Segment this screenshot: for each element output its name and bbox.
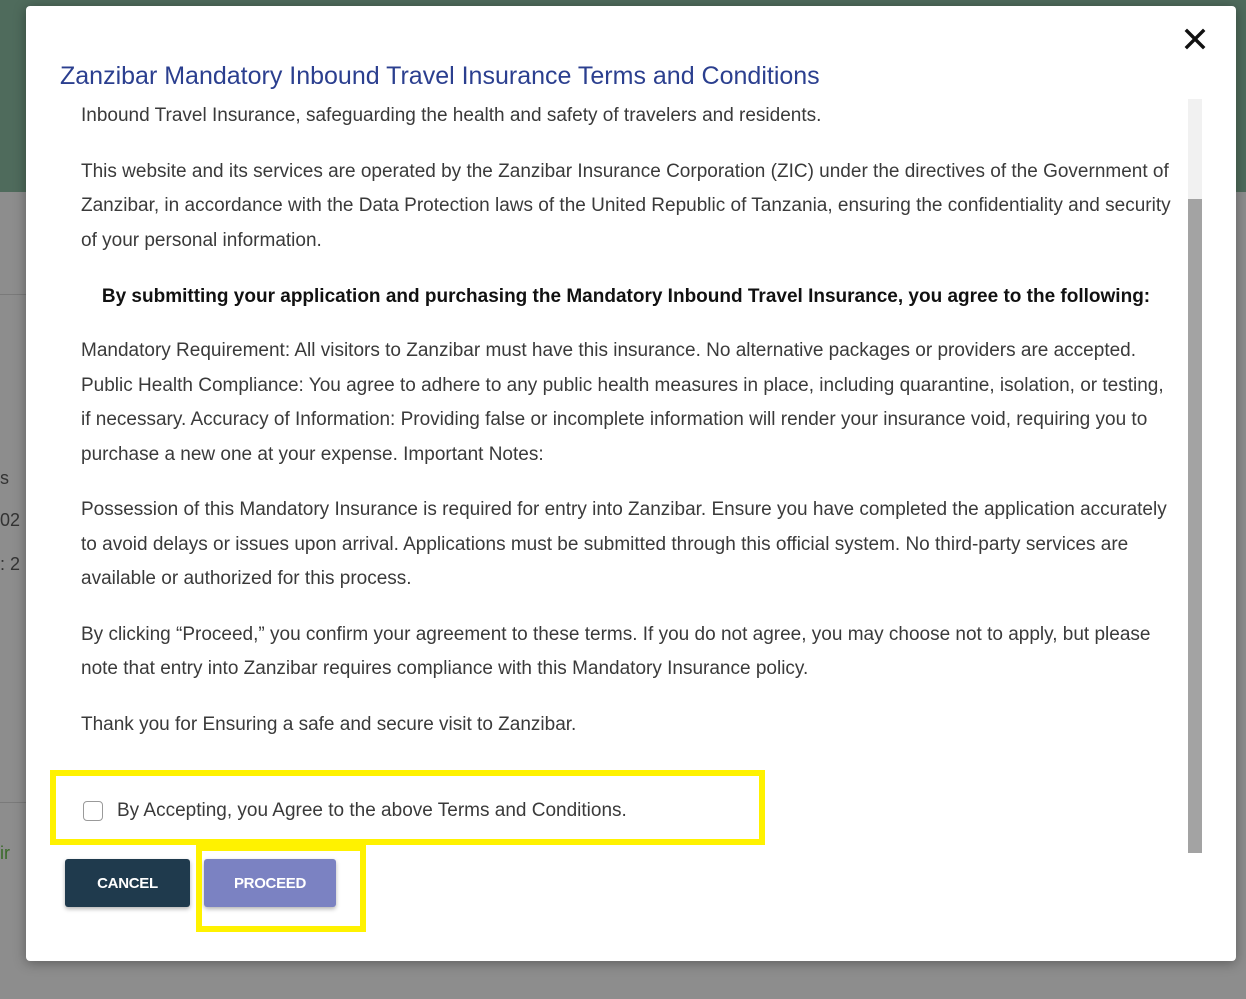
background-text-fragment: ir — [0, 843, 10, 863]
terms-paragraph: This website and its services are operat… — [81, 160, 1171, 251]
agreement-heading: By submitting your application and purch… — [101, 286, 1151, 307]
accept-terms-label[interactable]: By Accepting, you Agree to the above Ter… — [117, 800, 627, 822]
cancel-button[interactable]: CANCEL — [65, 859, 190, 907]
terms-paragraph: By clicking “Proceed,” you confirm your … — [81, 623, 1151, 680]
background-divider — [0, 802, 26, 803]
terms-paragraph: Thank you for Ensuring a safe and secure… — [81, 713, 577, 735]
proceed-button[interactable]: PROCEED — [204, 859, 336, 907]
modal-title: Zanzibar Mandatory Inbound Travel Insura… — [60, 62, 820, 90]
background-text-fragment: s — [0, 468, 9, 488]
terms-content: Inbound Travel Insurance, safeguarding t… — [81, 99, 1171, 742]
scrollbar-thumb[interactable] — [1188, 199, 1202, 853]
terms-scroll-area[interactable]: Inbound Travel Insurance, safeguarding t… — [26, 99, 1202, 853]
accept-terms-checkbox[interactable] — [83, 801, 103, 821]
terms-paragraph: Possession of this Mandatory Insurance i… — [81, 499, 1167, 589]
close-button[interactable] — [1180, 24, 1210, 54]
background-text-fragment: : 2 — [0, 554, 21, 574]
background-divider — [0, 294, 26, 295]
terms-modal: Zanzibar Mandatory Inbound Travel Insura… — [26, 6, 1236, 961]
terms-paragraph: Mandatory Requirement: All visitors to Z… — [81, 340, 1164, 465]
terms-paragraph: Inbound Travel Insurance, safeguarding t… — [81, 105, 822, 126]
close-icon — [1184, 28, 1206, 50]
accept-terms-row[interactable]: By Accepting, you Agree to the above Ter… — [83, 796, 627, 826]
background-text-fragment: 02 — [0, 510, 21, 530]
